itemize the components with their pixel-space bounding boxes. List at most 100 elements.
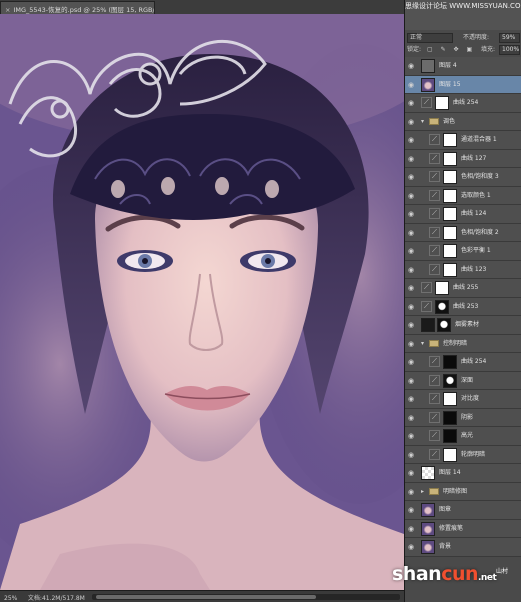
eye-icon[interactable]: ◉ bbox=[408, 303, 417, 311]
brand-sub: 山村 bbox=[496, 568, 509, 575]
eye-icon[interactable]: ◉ bbox=[408, 321, 417, 329]
layer-mask-thumbnail[interactable] bbox=[435, 281, 449, 295]
layer-mask-thumbnail[interactable] bbox=[443, 355, 457, 369]
layer-mask-thumbnail[interactable] bbox=[443, 447, 457, 462]
eye-icon[interactable]: ◉ bbox=[408, 395, 417, 403]
layer-row[interactable]: ◉ 图章 bbox=[405, 501, 521, 520]
layer-mask-thumbnail[interactable] bbox=[443, 133, 457, 147]
eye-icon[interactable]: ◉ bbox=[408, 469, 417, 477]
eye-icon[interactable]: ◉ bbox=[408, 118, 417, 126]
fill-field[interactable]: 100% bbox=[499, 45, 520, 55]
layer-row[interactable]: ◉ ⟋ 深面 bbox=[405, 371, 521, 390]
eye-icon[interactable]: ◉ bbox=[408, 414, 417, 422]
layer-mask-thumbnail[interactable] bbox=[443, 170, 457, 184]
layer-row[interactable]: ◉ ⟋ 曲线 127 bbox=[405, 149, 521, 168]
eye-icon[interactable]: ◉ bbox=[408, 451, 417, 459]
adjustment-layer-icon: ⟋ bbox=[429, 189, 440, 201]
layer-name: 曲线 124 bbox=[461, 210, 487, 217]
layer-mask-thumbnail[interactable] bbox=[443, 151, 457, 166]
layer-row[interactable]: ◉ ⟋ 高光 bbox=[405, 427, 521, 446]
zoom-level[interactable]: 25% bbox=[4, 595, 26, 602]
chevron-down-icon[interactable]: ▾ bbox=[421, 113, 424, 131]
blend-mode-select[interactable]: 正常 bbox=[407, 33, 453, 43]
layer-mask-thumbnail[interactable] bbox=[443, 262, 457, 277]
layer-row[interactable]: ◉ ⟋ 通道混合器 1 bbox=[405, 131, 521, 150]
layer-row[interactable]: ◉ ⟋ 阴影 bbox=[405, 408, 521, 427]
eye-icon[interactable]: ◉ bbox=[408, 432, 417, 440]
eye-icon[interactable]: ◉ bbox=[408, 81, 417, 89]
eye-icon[interactable]: ◉ bbox=[408, 340, 417, 348]
layer-name: 色彩平衡 1 bbox=[461, 247, 491, 254]
eye-icon[interactable]: ◉ bbox=[408, 247, 417, 255]
eye-icon[interactable]: ◉ bbox=[408, 506, 417, 514]
layer-mask-thumbnail[interactable] bbox=[443, 429, 457, 443]
layer-row[interactable]: ◉ 图层 15 bbox=[405, 75, 521, 94]
eye-icon[interactable]: ◉ bbox=[408, 99, 417, 107]
layer-mask-thumbnail[interactable] bbox=[435, 299, 449, 314]
close-icon[interactable]: × bbox=[5, 6, 10, 14]
layer-mask-thumbnail[interactable] bbox=[443, 392, 457, 406]
layer-mask-thumbnail[interactable] bbox=[437, 318, 451, 332]
adjustment-layer-icon: ⟋ bbox=[421, 300, 432, 312]
lock-icons[interactable]: ▢ ✎ ✥ ▣ bbox=[427, 45, 475, 55]
layer-mask-thumbnail[interactable] bbox=[435, 96, 449, 110]
layer-thumbnail bbox=[421, 503, 435, 517]
eye-icon[interactable]: ◉ bbox=[408, 525, 417, 533]
eye-icon[interactable]: ◉ bbox=[408, 155, 417, 163]
eye-icon[interactable]: ◉ bbox=[408, 358, 417, 366]
eye-icon[interactable]: ◉ bbox=[408, 266, 417, 274]
layer-mask-thumbnail[interactable] bbox=[443, 188, 457, 203]
blend-mode-value: 正常 bbox=[410, 34, 423, 41]
eye-icon[interactable]: ◉ bbox=[408, 284, 417, 292]
canvas[interactable] bbox=[0, 14, 404, 590]
layer-row[interactable]: ◉ ⟋ 轮廓明暗 bbox=[405, 445, 521, 464]
eye-icon[interactable]: ◉ bbox=[408, 488, 417, 496]
layer-row[interactable]: ◉ 烟雾素材 bbox=[405, 316, 521, 335]
folder-icon bbox=[429, 339, 439, 347]
layer-row[interactable]: ◉ ▾ 控制明暗 bbox=[405, 334, 521, 353]
layer-mask-thumbnail[interactable] bbox=[443, 207, 457, 221]
fill-value: 100% bbox=[502, 46, 520, 53]
layer-row[interactable]: ◉ 图层 14 bbox=[405, 464, 521, 483]
layer-row[interactable]: ◉ ⟋ 色相/饱和度 3 bbox=[405, 168, 521, 187]
layer-mask-thumbnail[interactable] bbox=[443, 225, 457, 240]
chevron-down-icon[interactable]: ▾ bbox=[421, 335, 424, 353]
layer-row[interactable]: ◉ ⟋ 色彩平衡 1 bbox=[405, 242, 521, 261]
layer-row[interactable]: ◉ ⟋ 曲线 255 bbox=[405, 279, 521, 298]
layer-row[interactable]: ◉ ⟋ 对比度 bbox=[405, 390, 521, 409]
layer-row[interactable]: ◉ ▸ 明暗修图 bbox=[405, 482, 521, 501]
chevron-right-icon[interactable]: ▸ bbox=[421, 483, 424, 501]
layer-row[interactable]: ◉ ▾ 调色 bbox=[405, 112, 521, 131]
layer-row[interactable]: ◉ ⟋ 曲线 123 bbox=[405, 260, 521, 279]
layer-row[interactable]: ◉ ⟋ 曲线 254 bbox=[405, 94, 521, 113]
layer-row[interactable]: ◉ 图层 4 bbox=[405, 57, 521, 76]
status-bar: 25% 文档:41.2M/517.8M bbox=[0, 590, 404, 602]
layer-thumbnail bbox=[421, 77, 435, 92]
opacity-field[interactable]: 59% bbox=[499, 33, 520, 43]
adjustment-layer-icon: ⟋ bbox=[429, 226, 440, 238]
layer-name: 修置痕笔 bbox=[439, 524, 464, 532]
eye-icon[interactable]: ◉ bbox=[408, 136, 417, 144]
layer-mask-thumbnail[interactable] bbox=[443, 410, 457, 425]
layer-row[interactable]: ◉ ⟋ 曲线 124 bbox=[405, 205, 521, 224]
eye-icon[interactable]: ◉ bbox=[408, 173, 417, 181]
fill-label: 填充: bbox=[481, 46, 496, 53]
eye-icon[interactable]: ◉ bbox=[408, 192, 417, 200]
document-tab[interactable]: × IMG_5543-恢复的.psd @ 25% (图层 15, RGB/8) * bbox=[0, 1, 155, 14]
eye-icon[interactable]: ◉ bbox=[408, 62, 417, 70]
layer-row[interactable]: ◉ ⟋ 色相/饱和度 2 bbox=[405, 223, 521, 242]
layer-row[interactable]: ◉ 修置痕笔 bbox=[405, 519, 521, 538]
layer-row[interactable]: ◉ ⟋ 选取颜色 1 bbox=[405, 186, 521, 205]
layer-name: 曲线 127 bbox=[461, 154, 487, 162]
eye-icon[interactable]: ◉ bbox=[408, 229, 417, 237]
layer-mask-thumbnail[interactable] bbox=[443, 244, 457, 258]
horizontal-scrollbar[interactable] bbox=[92, 594, 400, 600]
layer-row[interactable]: ◉ ⟋ 曲线 254 bbox=[405, 353, 521, 372]
layer-row[interactable]: ◉ ⟋ 曲线 253 bbox=[405, 297, 521, 316]
layer-mask-thumbnail[interactable] bbox=[443, 373, 457, 388]
adjustment-layer-icon: ⟋ bbox=[429, 171, 440, 182]
layer-row[interactable]: ◉ 背景 bbox=[405, 538, 521, 557]
eye-icon[interactable]: ◉ bbox=[408, 377, 417, 385]
eye-icon[interactable]: ◉ bbox=[408, 210, 417, 218]
eye-icon[interactable]: ◉ bbox=[408, 543, 417, 551]
